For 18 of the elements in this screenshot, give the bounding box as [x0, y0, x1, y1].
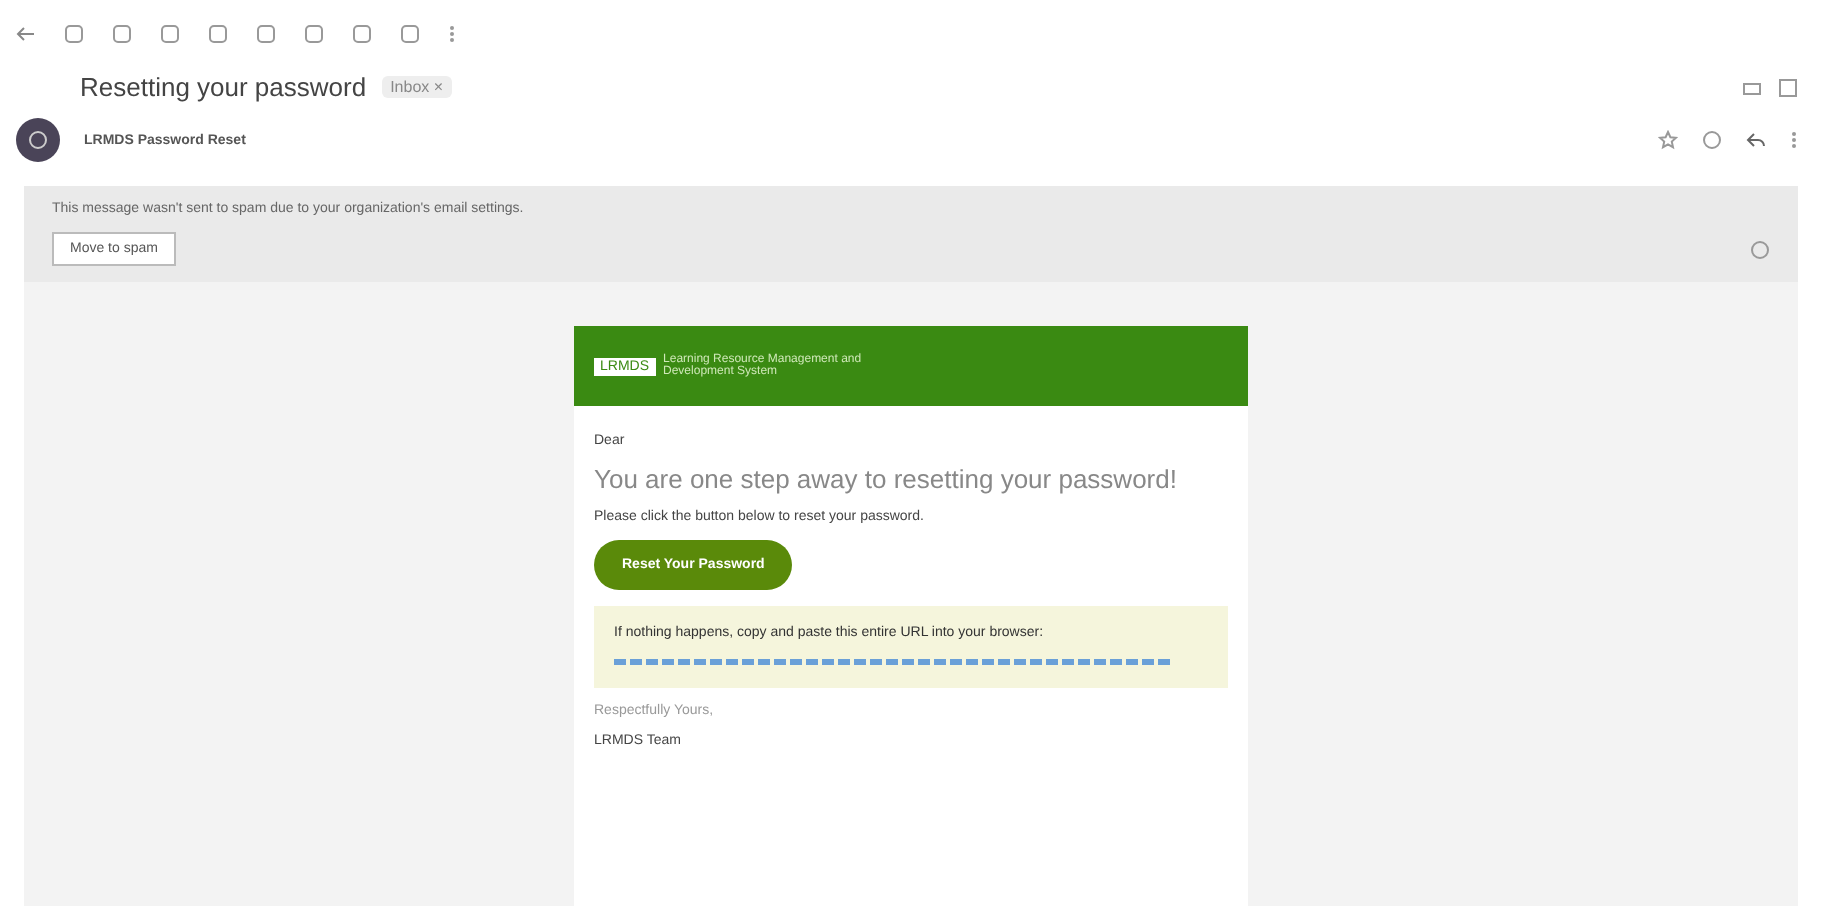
star-icon[interactable] — [1658, 130, 1678, 150]
back-icon[interactable] — [16, 24, 36, 44]
url-link[interactable] — [614, 656, 1174, 668]
reply-icon[interactable] — [1746, 130, 1766, 150]
toolbar-icon[interactable] — [208, 24, 228, 44]
toolbar-icon[interactable] — [400, 24, 420, 44]
toolbar-icon[interactable] — [64, 24, 84, 44]
toolbar-icon[interactable] — [304, 24, 324, 44]
email-heading: You are one step away to resetting your password! — [594, 464, 1179, 494]
toolbar-icon[interactable] — [112, 24, 132, 44]
email-subject: Resetting your password — [80, 72, 367, 102]
more-icon[interactable] — [448, 24, 456, 44]
more-icon[interactable] — [1790, 130, 1798, 150]
toolbar-icon[interactable] — [256, 24, 276, 44]
label-chip[interactable]: Inbox × — [382, 76, 452, 98]
toolbar-icon[interactable] — [352, 24, 372, 44]
avatar — [16, 118, 60, 162]
toolbar-icon[interactable] — [160, 24, 180, 44]
